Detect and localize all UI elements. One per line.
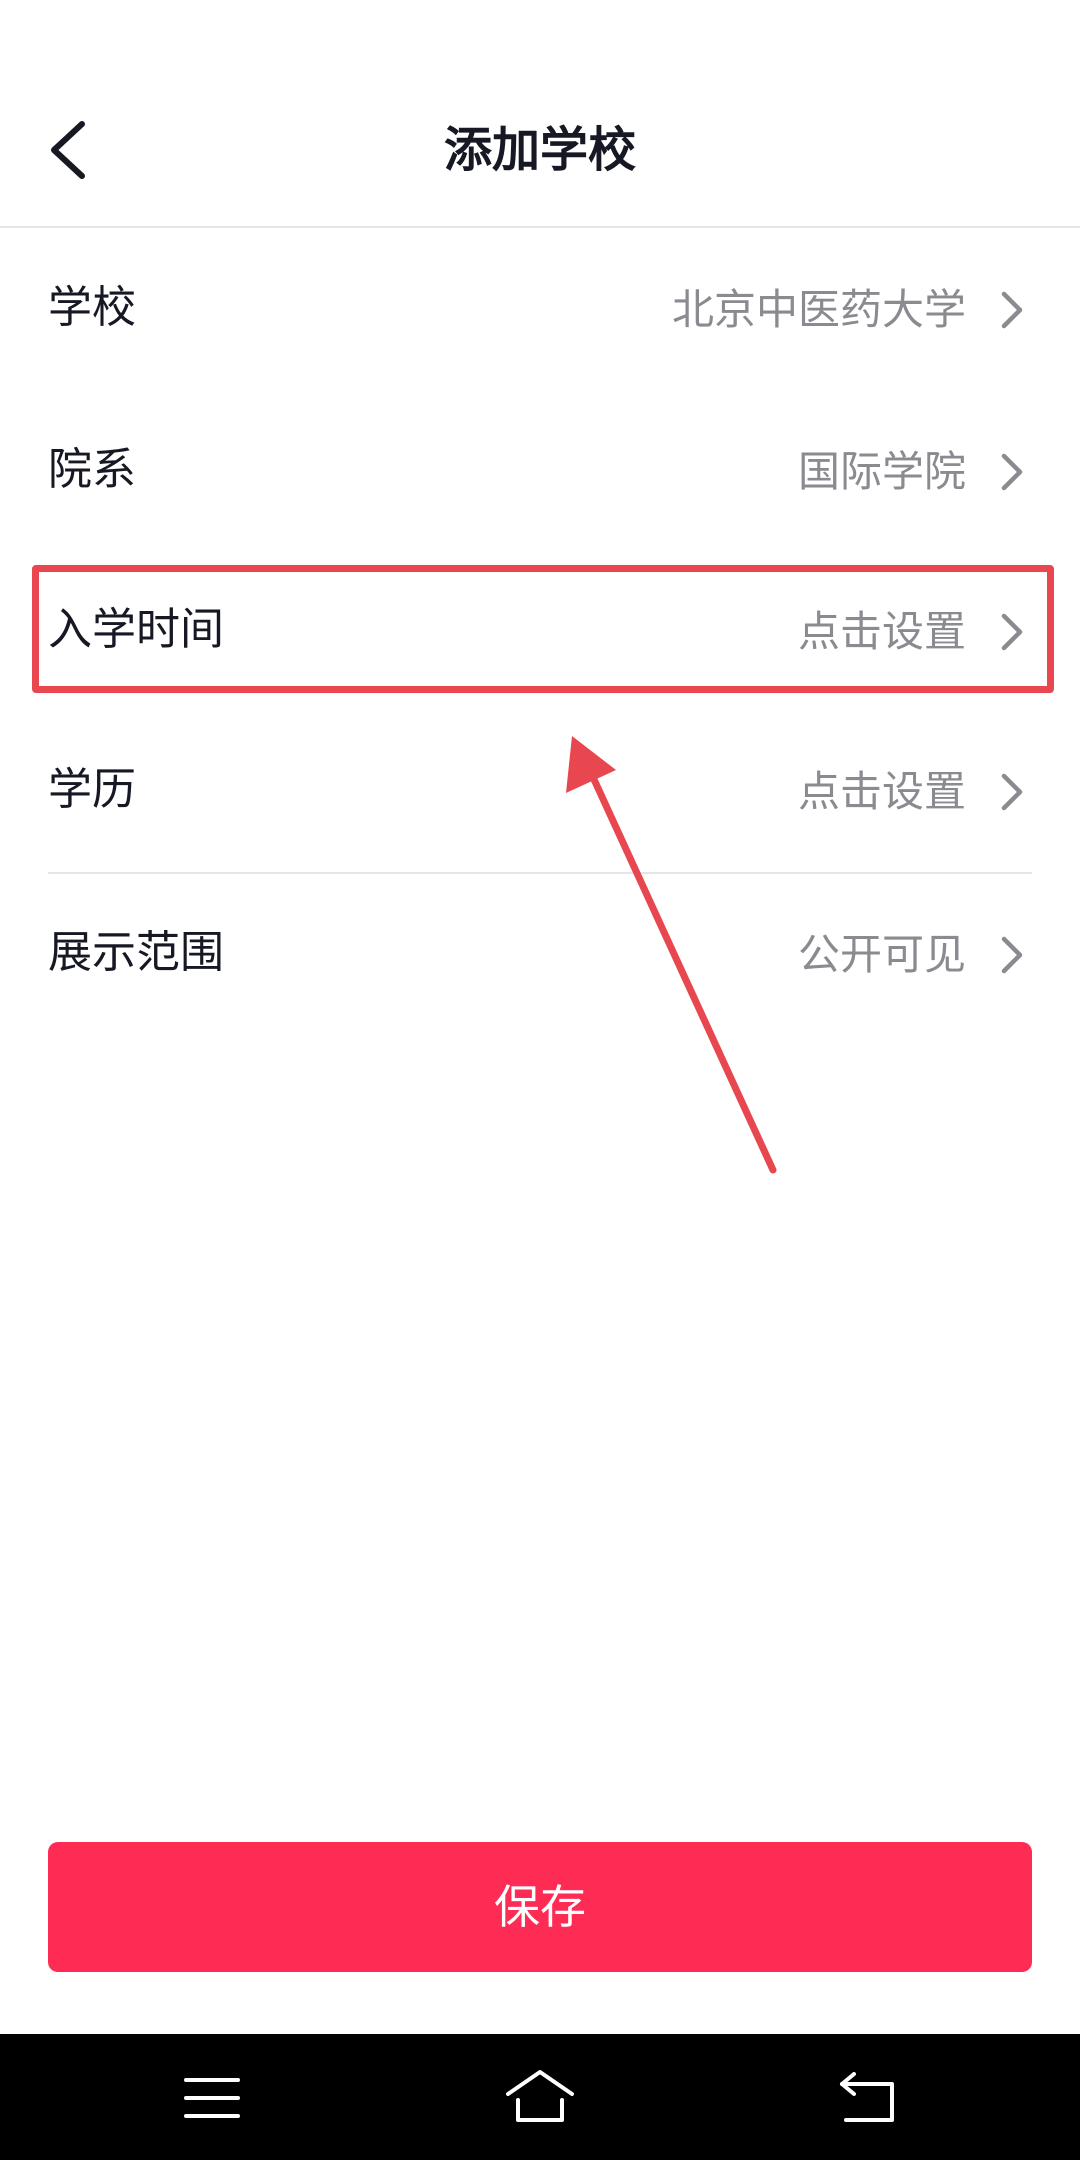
school-row[interactable]: 学校 北京中医药大学 [48, 248, 1032, 368]
education-label: 学历 [48, 764, 136, 815]
header: 添加学校 [0, 0, 1080, 228]
chevron-right-icon [1001, 936, 1023, 974]
school-value: 北京中医药大学 [671, 285, 966, 334]
navigation-bar [0, 2034, 1080, 2160]
department-row[interactable]: 院系 国际学院 [48, 410, 1032, 530]
page-title: 添加学校 [443, 122, 636, 178]
screen: 添加学校 学校 北京中医药大学 院系 国际学院 入学时间 点击设置 学历 点击设… [0, 0, 1080, 2160]
enrollment-time-row[interactable]: 入学时间 点击设置 [48, 570, 1032, 690]
education-row[interactable]: 学历 点击设置 [48, 730, 1032, 850]
education-value: 点击设置 [797, 767, 966, 816]
enrollment-time-value: 点击设置 [797, 607, 966, 656]
department-label: 院系 [48, 444, 136, 495]
menu-icon[interactable] [172, 2066, 252, 2130]
chevron-right-icon [1001, 613, 1023, 651]
save-button[interactable]: 保存 [48, 1842, 1032, 1972]
chevron-right-icon [1001, 453, 1023, 491]
enrollment-time-label: 入学时间 [48, 604, 224, 655]
visibility-value: 公开可见 [797, 930, 966, 979]
chevron-right-icon [1001, 773, 1023, 811]
visibility-row[interactable]: 展示范围 公开可见 [48, 893, 1032, 1013]
department-value: 国际学院 [797, 447, 966, 496]
visibility-label: 展示范围 [48, 927, 224, 978]
chevron-right-icon [1001, 291, 1023, 329]
divider [48, 872, 1032, 874]
school-label: 学校 [48, 282, 136, 333]
home-icon[interactable] [500, 2066, 580, 2130]
back-icon[interactable] [828, 2066, 908, 2130]
